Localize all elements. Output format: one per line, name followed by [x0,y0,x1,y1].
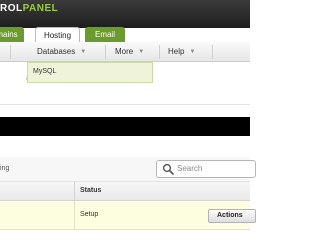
table-row[interactable]: Setup Actions [0,201,256,230]
nav-item-help[interactable]: Help ▼ [168,42,195,62]
brand-prefix: ROL [0,3,23,14]
brand-logo: ROLPANEL [0,3,58,14]
nav-divider [159,45,160,59]
search-input[interactable]: Search [156,160,256,178]
databases-dropdown-menu: MySQL [27,62,153,83]
chevron-down-icon: ▼ [189,49,196,55]
secondary-nav: Databases ▼ More ▼ Help ▼ [0,42,250,62]
top-header-bar: ROLPANEL [0,0,250,28]
column-divider [74,182,75,201]
chevron-down-icon: ▼ [138,49,145,55]
nav-item-label: More [115,47,134,56]
table-toolbar: ing Search [0,157,256,182]
row-status: Setup [80,211,99,218]
toolbar-label: ing [0,165,10,172]
menu-item-mysql[interactable]: MySQL [33,68,56,75]
nav-divider [212,45,213,59]
column-header-status[interactable]: Status [80,187,101,194]
panel-header-bar [0,117,250,136]
tab-hosting[interactable]: Hosting [35,27,80,42]
table-header: Status [0,182,250,201]
nav-item-more[interactable]: More ▼ [115,42,144,62]
column-divider [74,201,75,230]
tab-domains[interactable]: mains [0,27,24,42]
nav-item-databases[interactable]: Databases ▼ [37,42,86,62]
tab-email[interactable]: Email [85,27,125,42]
search-icon [162,163,174,175]
brand-suffix: PANEL [22,3,59,14]
actions-button[interactable]: Actions [208,209,256,223]
nav-divider [10,45,11,59]
nav-divider [105,45,106,59]
nav-item-label: Help [168,47,185,56]
search-placeholder: Search [177,164,203,173]
nav-item-label: Databases [37,47,76,56]
chevron-down-icon: ▼ [80,49,87,55]
section-divider [0,104,250,105]
